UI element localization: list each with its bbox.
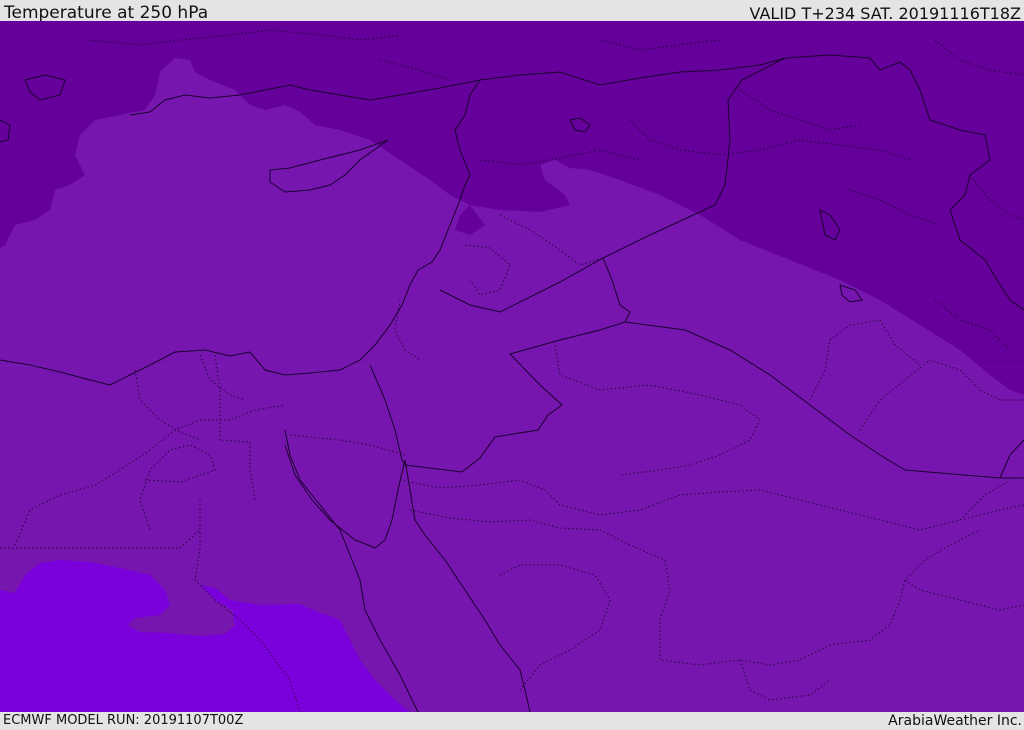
temperature-map[interactable] xyxy=(0,21,1024,712)
map-canvas xyxy=(0,21,1024,712)
header-bar: Temperature at 250 hPa VALID T+234 SAT. … xyxy=(0,0,1024,23)
map-title: Temperature at 250 hPa xyxy=(4,3,209,23)
credit: ArabiaWeather Inc. xyxy=(888,713,1022,729)
footer-bar: ECMWF MODEL RUN: 20191107T00Z ArabiaWeat… xyxy=(0,712,1024,729)
model-run: ECMWF MODEL RUN: 20191107T00Z xyxy=(3,713,244,728)
